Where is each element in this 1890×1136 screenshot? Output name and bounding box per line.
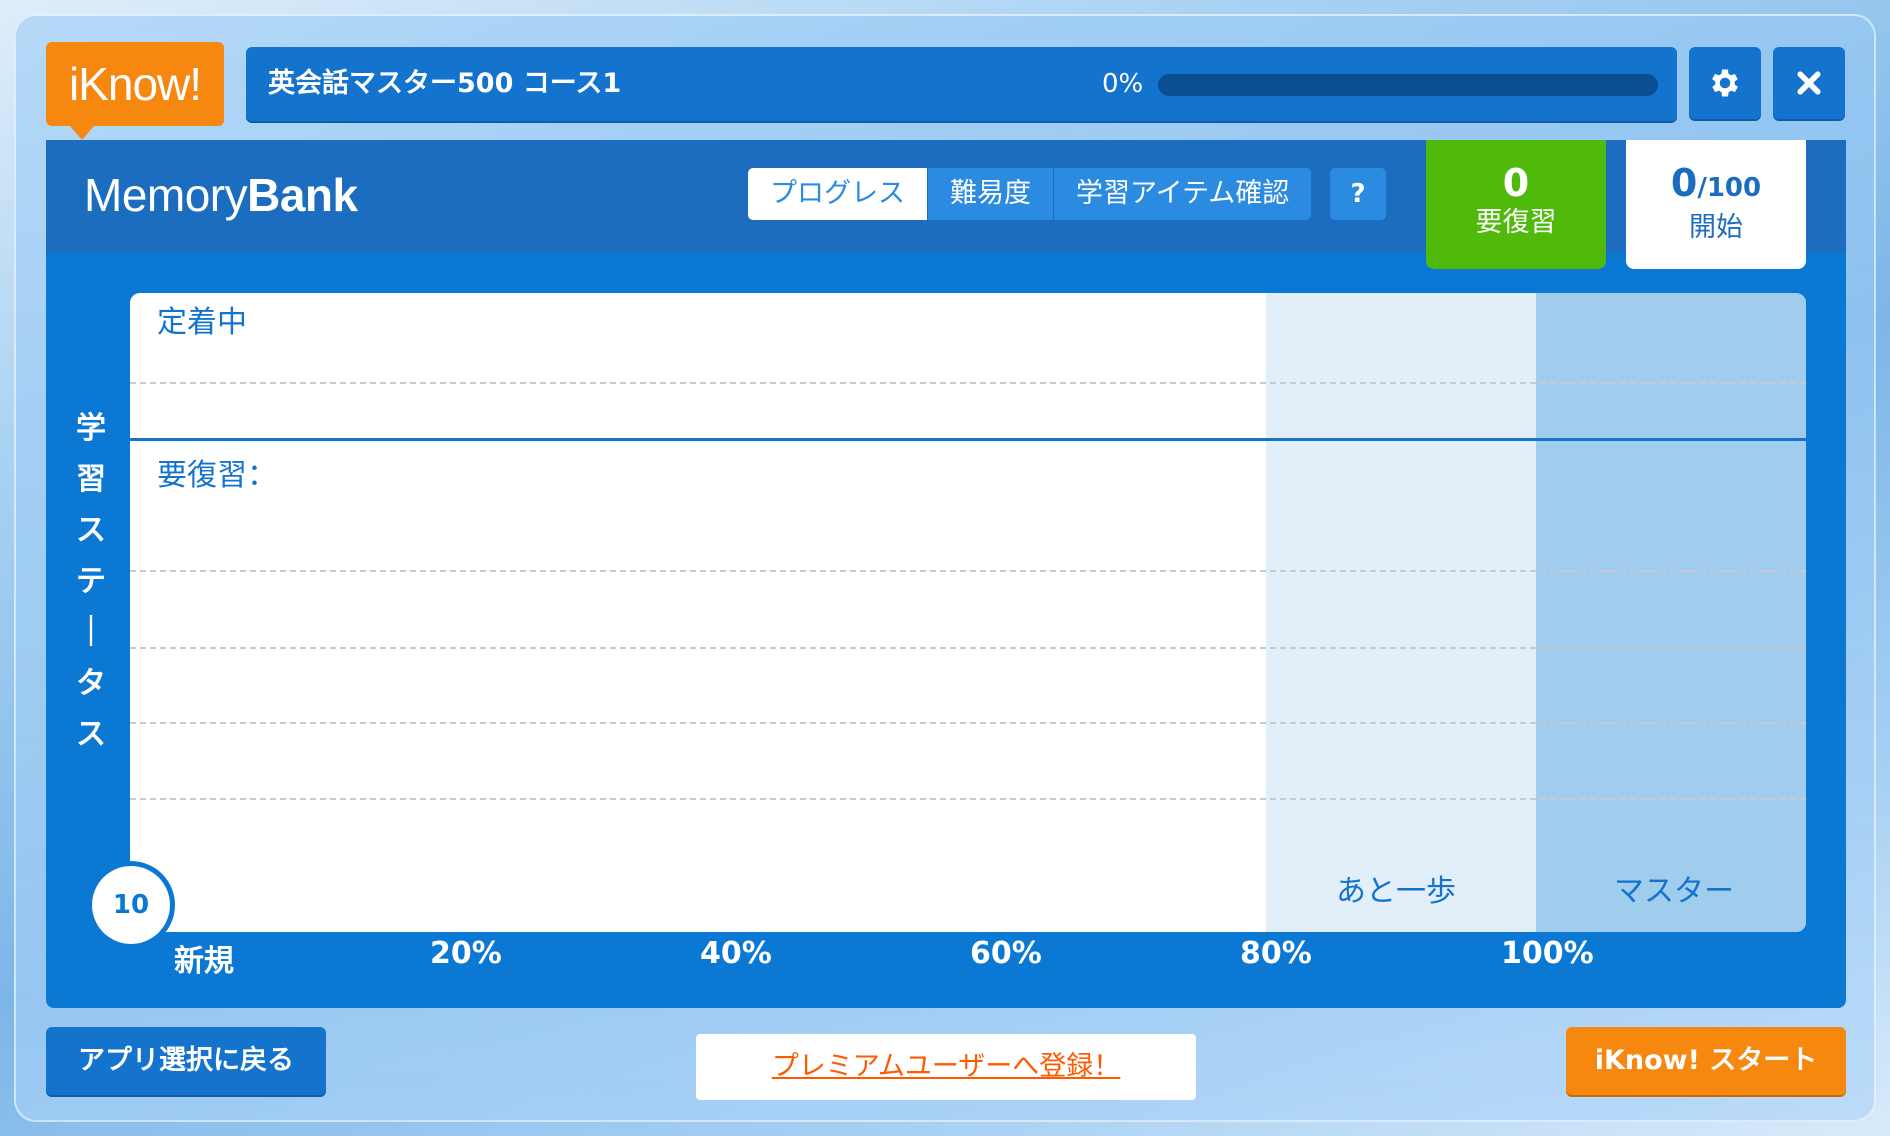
y-axis-label: 学習ステ｜タス <box>46 403 136 760</box>
course-progress-bar <box>1158 74 1658 96</box>
memory-bank-title-bold: Bank <box>247 169 358 221</box>
new-items-count: 10 <box>92 866 170 944</box>
x-label-40: 40% <box>700 936 772 971</box>
help-button[interactable]: ? <box>1330 168 1386 220</box>
review-count: 0 <box>1502 161 1530 205</box>
started-label: 開始 <box>1689 212 1743 243</box>
x-label-60: 60% <box>970 936 1042 971</box>
zone-label-near: あと一歩 <box>1336 874 1456 909</box>
review-label: 要復習 <box>1475 207 1557 238</box>
y-axis-label-char: ス <box>76 513 106 548</box>
section-divider <box>130 438 1806 441</box>
iknow-logo: iKnow! <box>46 42 224 140</box>
started-count: 0/100 <box>1626 162 1806 209</box>
y-axis-label-char: 学 <box>76 411 106 446</box>
course-title-bar: 英会話マスター500 コース1 0% <box>246 47 1677 121</box>
section-label-settled: 定着中 <box>157 305 247 340</box>
y-axis-label-char: テ <box>76 564 106 599</box>
grid-line <box>130 382 1806 384</box>
memory-bank-panel: MemoryBank プログレス 難易度 学習アイテム確認 ? 0 要復習 0/… <box>46 140 1846 1008</box>
gear-icon <box>1712 69 1738 97</box>
memory-bank-title-light: Memory <box>84 169 248 221</box>
memory-bank-title: MemoryBank <box>84 168 358 222</box>
close-button[interactable] <box>1773 47 1845 119</box>
course-title: 英会話マスター500 コース1 <box>268 68 622 99</box>
y-axis-label-char: ス <box>76 717 106 752</box>
iknow-start-button[interactable]: iKnow! スタート <box>1566 1027 1846 1095</box>
x-label-100: 100% <box>1501 936 1594 971</box>
x-label-80: 80% <box>1240 936 1312 971</box>
view-tabs: プログレス 難易度 学習アイテム確認 <box>748 168 1312 220</box>
zone-label-master: マスター <box>1614 874 1734 909</box>
zone-near-mastery <box>1266 293 1536 932</box>
x-label-new: 新規 <box>174 944 234 979</box>
close-icon <box>1797 71 1821 95</box>
y-axis-label-char: ｜ <box>76 615 106 650</box>
back-to-apps-button[interactable]: アプリ選択に戻る <box>46 1027 326 1095</box>
grid-line <box>130 798 1806 800</box>
zone-mastered <box>1536 293 1806 932</box>
course-progress-percent: 0% <box>1102 69 1144 99</box>
settings-button[interactable] <box>1689 47 1761 119</box>
y-axis-label-char: タ <box>76 666 106 701</box>
grid-line <box>130 722 1806 724</box>
started-total: /100 <box>1697 173 1762 203</box>
tab-difficulty[interactable]: 難易度 <box>928 168 1054 220</box>
y-axis-label-char: 習 <box>76 462 106 497</box>
progress-chart: 定着中 要復習： あと一歩 マスター <box>130 293 1806 932</box>
review-count-card[interactable]: 0 要復習 <box>1426 140 1606 269</box>
started-value: 0 <box>1670 161 1698 205</box>
tab-progress[interactable]: プログレス <box>748 168 928 220</box>
started-count-card[interactable]: 0/100 開始 <box>1626 140 1806 269</box>
x-label-20: 20% <box>430 936 502 971</box>
tab-item-review[interactable]: 学習アイテム確認 <box>1054 168 1312 220</box>
section-label-review: 要復習： <box>157 458 277 493</box>
grid-line <box>130 647 1806 649</box>
premium-register-link[interactable]: プレミアムユーザーへ登録！ <box>696 1034 1196 1100</box>
grid-line <box>130 570 1806 572</box>
